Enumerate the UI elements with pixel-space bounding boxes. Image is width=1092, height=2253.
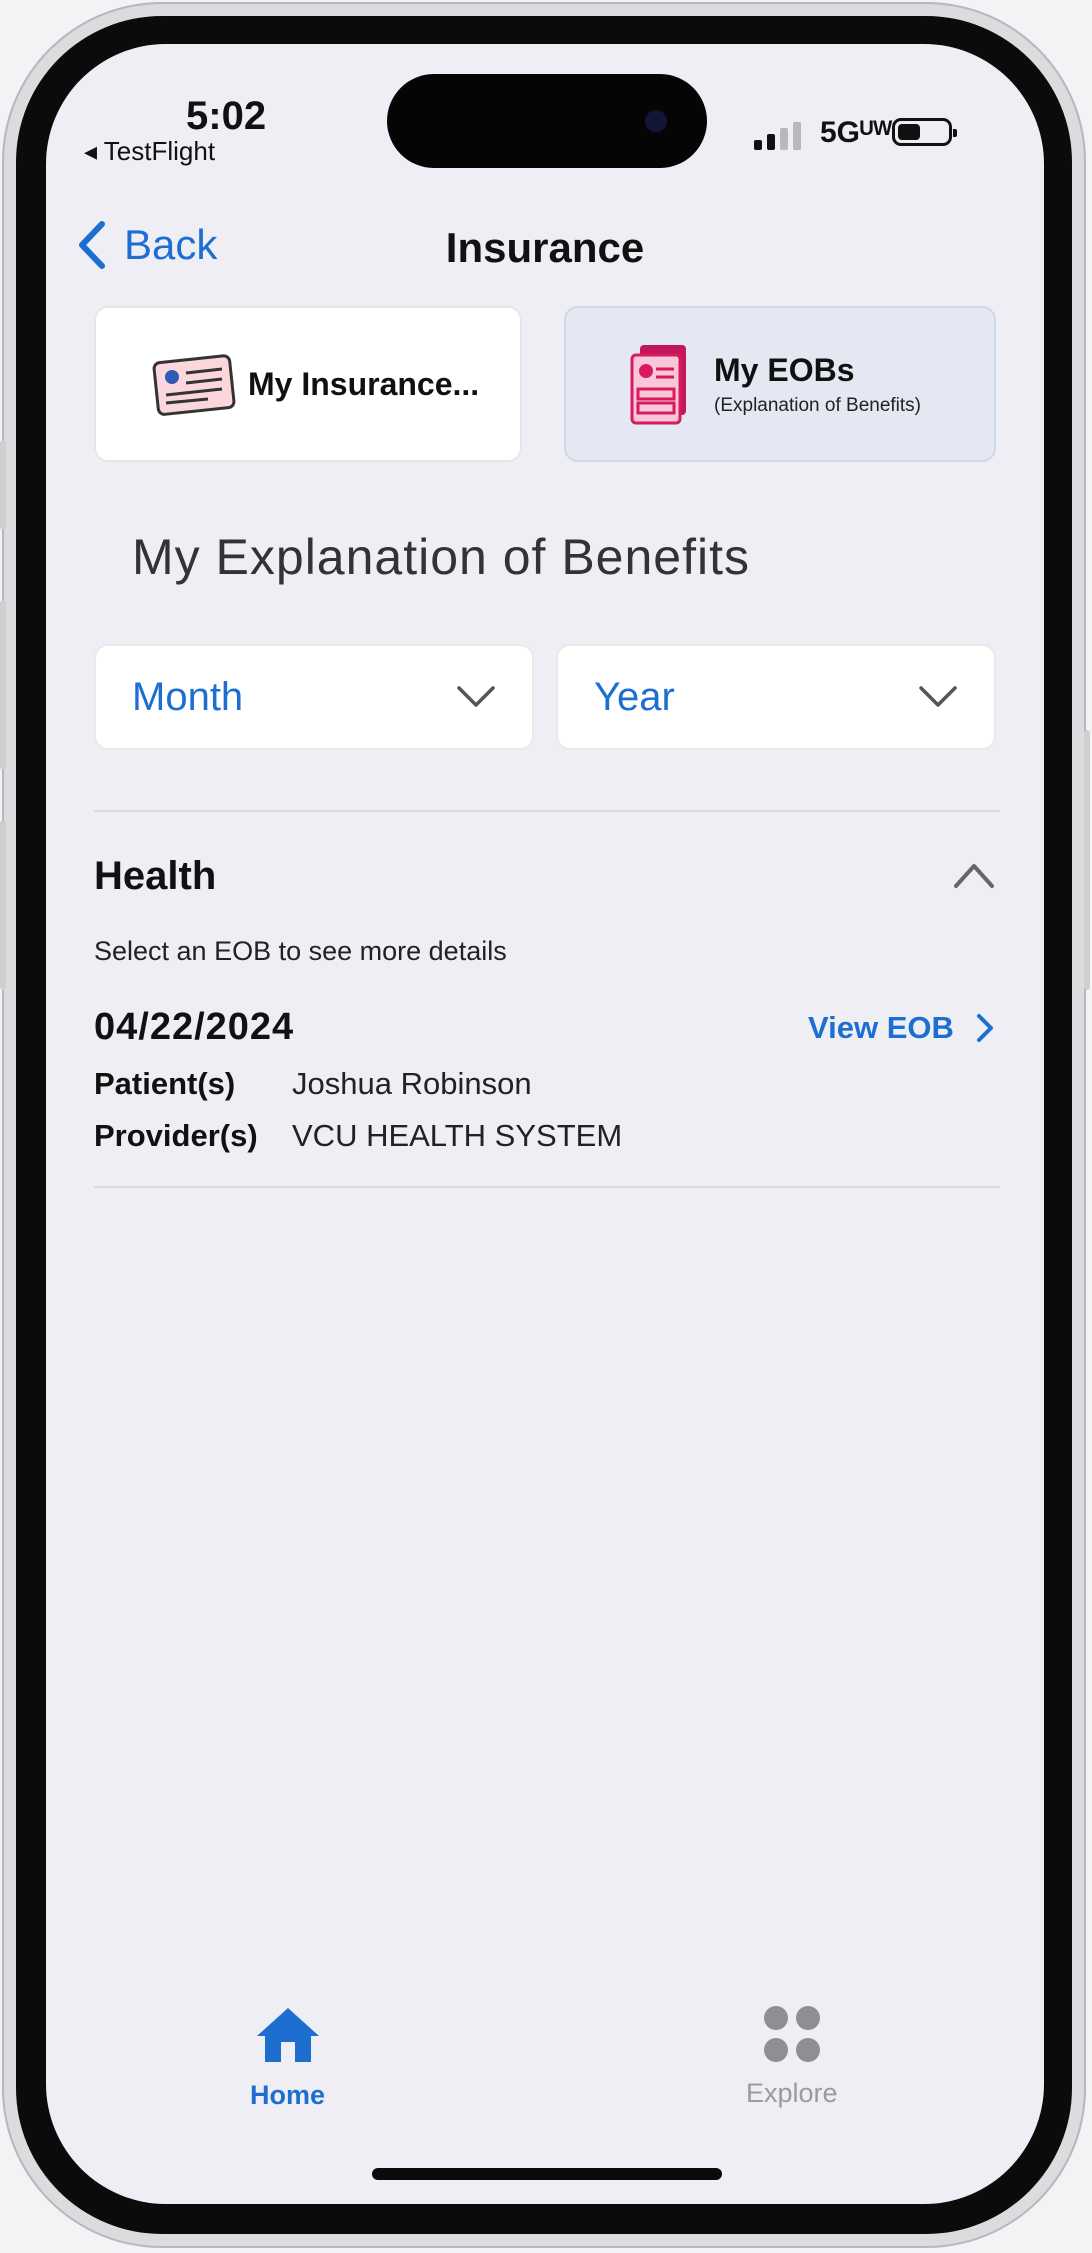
view-eob-label: View EOB	[808, 1010, 954, 1045]
back-to-app-link[interactable]: ◂ TestFlight	[84, 136, 215, 167]
home-indicator	[372, 2168, 722, 2180]
side-button-left-2	[0, 600, 6, 770]
camera-icon	[645, 110, 667, 132]
explore-grid-icon	[763, 2006, 820, 2062]
divider	[94, 1186, 1000, 1188]
side-button-left-1	[0, 440, 6, 530]
tab-explore[interactable]: Explore	[746, 2004, 838, 2109]
cellular-signal-icon	[754, 122, 801, 150]
insurance-card-icon	[152, 354, 236, 416]
my-insurance-card[interactable]: My Insurance...	[94, 306, 522, 462]
month-select-value: Month	[132, 674, 244, 719]
tab-explore-label: Explore	[746, 2078, 838, 2108]
accordion-subtitle: Select an EOB to see more details	[94, 936, 507, 966]
page-title: Insurance	[445, 224, 645, 271]
side-button-right	[1084, 730, 1090, 990]
eob-date: 04/22/2024	[94, 1006, 295, 1048]
patient-label: Patient(s)	[94, 1066, 236, 1101]
year-select[interactable]: Year	[556, 644, 996, 750]
chevron-down-icon	[457, 686, 495, 707]
view-eob-link[interactable]: View EOB	[808, 1010, 994, 1046]
my-eobs-text: My EOBs (Explanation of Benefits)	[714, 352, 921, 417]
eob-document-icon	[630, 345, 686, 425]
network-label: 5Gᵁᵂ	[820, 116, 893, 149]
my-insurance-label: My Insurance...	[248, 365, 480, 402]
my-eobs-card[interactable]: My EOBs (Explanation of Benefits)	[564, 306, 996, 462]
dynamic-island	[387, 74, 707, 168]
tab-home[interactable]: Home	[250, 2004, 325, 2111]
month-select[interactable]: Month	[94, 644, 534, 750]
battery-icon	[892, 118, 957, 146]
chevron-down-icon	[919, 686, 957, 707]
status-time: 5:02	[186, 94, 267, 138]
section-heading: My Explanation of Benefits	[132, 529, 750, 585]
home-icon	[256, 2008, 319, 2062]
accordion-title: Health	[94, 854, 217, 898]
tab-home-label: Home	[250, 2080, 326, 2110]
chevron-right-icon	[976, 1014, 993, 1042]
my-eobs-label: My EOBs	[714, 351, 855, 388]
patient-value: Joshua Robinson	[292, 1066, 532, 1101]
year-select-value: Year	[594, 674, 675, 719]
side-button-left-3	[0, 820, 6, 990]
provider-label: Provider(s)	[94, 1118, 258, 1153]
provider-value: VCU HEALTH SYSTEM	[292, 1118, 623, 1153]
app-screen: 5:02 ◂ TestFlight 5Gᵁᵂ Back Insurance My…	[46, 44, 1044, 2204]
my-eobs-sublabel: (Explanation of Benefits)	[714, 394, 922, 416]
divider	[94, 810, 1000, 812]
chevron-up-icon[interactable]	[952, 860, 996, 890]
